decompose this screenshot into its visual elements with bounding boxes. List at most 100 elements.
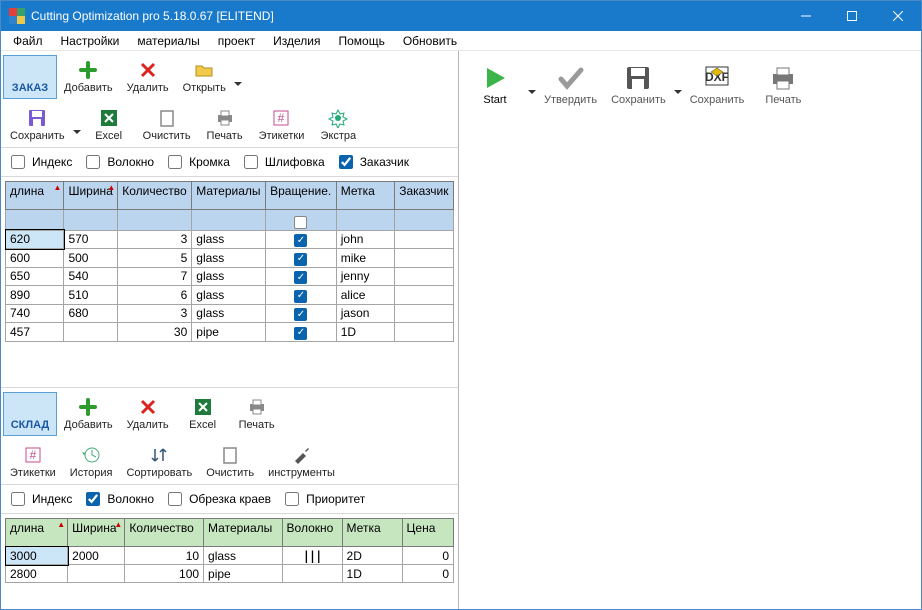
- stock-tools-button[interactable]: инструменты: [261, 440, 342, 484]
- cell-material[interactable]: glass: [192, 286, 266, 305]
- order-excel-button[interactable]: Excel: [82, 103, 136, 147]
- minimize-button[interactable]: [783, 1, 829, 31]
- stock-col-qty[interactable]: Количество: [125, 519, 204, 547]
- cell-qty[interactable]: 10: [125, 547, 204, 565]
- table-row[interactable]: 7406803glass jason: [6, 304, 454, 323]
- order-filter-index[interactable]: Индекс: [7, 152, 72, 172]
- cell-qty[interactable]: 100: [125, 565, 204, 583]
- menu-products[interactable]: Изделия: [265, 32, 328, 50]
- cell-length[interactable]: 650: [6, 267, 64, 286]
- cell-width[interactable]: 2000: [68, 547, 125, 565]
- right-print-button[interactable]: Печать: [751, 59, 815, 111]
- stock-col-label[interactable]: Метка: [342, 519, 402, 547]
- stock-history-button[interactable]: История: [63, 440, 120, 484]
- cell-price[interactable]: 0: [402, 565, 453, 583]
- order-extra-button[interactable]: Экстра: [311, 103, 365, 147]
- cell-customer[interactable]: [395, 304, 454, 323]
- cell-customer[interactable]: [395, 323, 454, 342]
- order-col-qty[interactable]: Количество: [118, 182, 192, 210]
- cell-qty[interactable]: 3: [118, 304, 192, 323]
- cell-label[interactable]: alice: [336, 286, 394, 305]
- cell-length[interactable]: 740: [6, 304, 64, 323]
- stock-print-button[interactable]: Печать: [230, 392, 284, 436]
- cell-length[interactable]: 620: [6, 230, 64, 249]
- cell-length[interactable]: 2800: [6, 565, 68, 583]
- stock-filter-trim[interactable]: Обрезка краев: [164, 489, 271, 509]
- close-button[interactable]: [875, 1, 921, 31]
- order-col-customer[interactable]: Заказчик: [395, 182, 454, 210]
- order-table[interactable]: длина▲ Ширина▲ Количество Материалы Вращ…: [5, 181, 454, 342]
- cell-width[interactable]: 540: [64, 267, 118, 286]
- menu-materials[interactable]: материалы: [129, 32, 207, 50]
- table-row[interactable]: 8905106glassalice: [6, 286, 454, 305]
- cell-width[interactable]: 500: [64, 249, 118, 268]
- stock-table[interactable]: длина▲ Ширина▲ Количество Материалы Воло…: [5, 518, 454, 583]
- cell-material[interactable]: glass: [192, 249, 266, 268]
- cell-qty[interactable]: 7: [118, 267, 192, 286]
- order-rotate-master-checkbox[interactable]: [266, 210, 337, 231]
- order-col-length[interactable]: длина▲: [6, 182, 64, 210]
- cell-material[interactable]: pipe: [192, 323, 266, 342]
- start-dropdown[interactable]: [527, 59, 537, 111]
- cell-label[interactable]: jenny: [336, 267, 394, 286]
- order-tab-button[interactable]: ЗАКАЗ: [3, 55, 57, 99]
- stock-labels-button[interactable]: # Этикетки: [3, 440, 63, 484]
- order-open-button[interactable]: Открыть: [176, 55, 233, 99]
- order-filter-polish[interactable]: Шлифовка: [240, 152, 325, 172]
- cell-material[interactable]: glass: [192, 304, 266, 323]
- cell-customer[interactable]: [395, 267, 454, 286]
- table-row[interactable]: 6205703glassjohn: [6, 230, 454, 249]
- cell-length[interactable]: 457: [6, 323, 64, 342]
- start-button[interactable]: Start: [463, 59, 527, 111]
- menu-update[interactable]: Обновить: [395, 32, 465, 50]
- stock-col-material[interactable]: Материалы: [204, 519, 283, 547]
- order-col-rotate[interactable]: Вращение.: [266, 182, 337, 210]
- table-row[interactable]: 45730pipe1D: [6, 323, 454, 342]
- menu-help[interactable]: Помощь: [330, 32, 392, 50]
- order-labels-button[interactable]: # Этикетки: [252, 103, 312, 147]
- order-save-button[interactable]: Сохранить: [3, 103, 72, 147]
- stock-add-button[interactable]: Добавить: [57, 392, 120, 436]
- cell-material[interactable]: pipe: [204, 565, 283, 583]
- right-save-button[interactable]: Сохранить: [604, 59, 673, 111]
- cell-rotate[interactable]: [266, 267, 337, 286]
- cell-width[interactable]: 680: [64, 304, 118, 323]
- right-save-dropdown[interactable]: [673, 59, 683, 111]
- stock-filter-priority[interactable]: Приоритет: [281, 489, 365, 509]
- cell-label[interactable]: mike: [336, 249, 394, 268]
- stock-col-width[interactable]: Ширина▲: [68, 519, 125, 547]
- stock-col-price[interactable]: Цена: [402, 519, 453, 547]
- order-filter-customer[interactable]: Заказчик: [335, 152, 409, 172]
- cell-rotate[interactable]: [266, 230, 337, 249]
- cell-qty[interactable]: 5: [118, 249, 192, 268]
- cell-fiber[interactable]: [282, 565, 342, 583]
- menu-project[interactable]: проект: [210, 32, 263, 50]
- cell-rotate[interactable]: [266, 323, 337, 342]
- stock-filter-index[interactable]: Индекс: [7, 489, 72, 509]
- stock-delete-button[interactable]: Удалить: [120, 392, 176, 436]
- cell-price[interactable]: 0: [402, 547, 453, 565]
- cell-customer[interactable]: [395, 230, 454, 249]
- cell-material[interactable]: glass: [192, 230, 266, 249]
- order-delete-button[interactable]: Удалить: [120, 55, 176, 99]
- menu-settings[interactable]: Настройки: [53, 32, 128, 50]
- order-filter-edge[interactable]: Кромка: [164, 152, 230, 172]
- cell-label[interactable]: jason: [336, 304, 394, 323]
- stock-tab-button[interactable]: СКЛАД: [3, 392, 57, 436]
- cell-qty[interactable]: 6: [118, 286, 192, 305]
- cell-width[interactable]: [64, 323, 118, 342]
- table-row[interactable]: 3000200010glass|||2D0: [6, 547, 454, 565]
- cell-rotate[interactable]: [266, 286, 337, 305]
- cell-width[interactable]: 570: [64, 230, 118, 249]
- order-clear-button[interactable]: Очистить: [136, 103, 198, 147]
- cell-width[interactable]: 510: [64, 286, 118, 305]
- cell-width[interactable]: [68, 565, 125, 583]
- stock-filter-fiber[interactable]: Волокно: [82, 489, 154, 509]
- stock-col-fiber[interactable]: Волокно: [282, 519, 342, 547]
- dxf-save-button[interactable]: DXF Сохранить: [683, 59, 752, 111]
- menu-file[interactable]: Файл: [5, 32, 51, 50]
- cell-length[interactable]: 3000: [6, 547, 68, 565]
- cell-qty[interactable]: 3: [118, 230, 192, 249]
- cell-label[interactable]: 2D: [342, 547, 402, 565]
- cell-fiber[interactable]: |||: [282, 547, 342, 565]
